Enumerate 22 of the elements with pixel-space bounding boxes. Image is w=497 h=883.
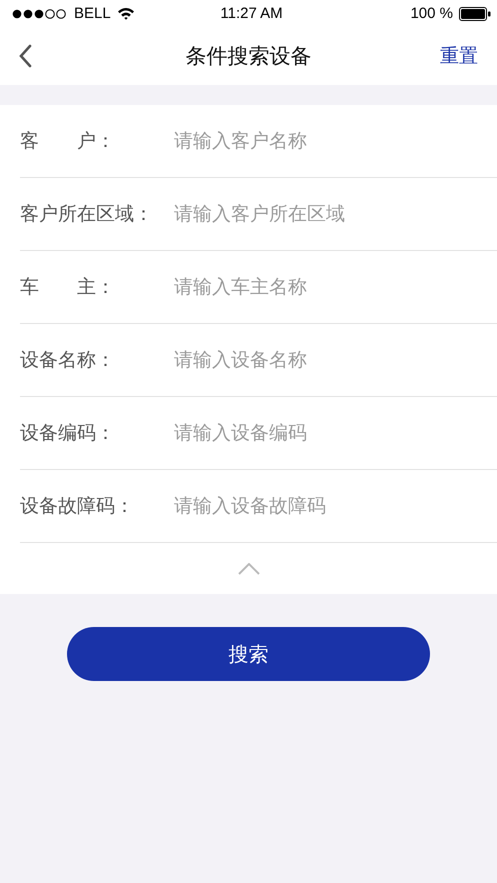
input-field[interactable]: 请输入设备编码 <box>172 412 487 454</box>
wifi-icon <box>116 7 135 20</box>
battery-percent: 100 % <box>410 5 454 22</box>
signal-icon <box>12 8 68 18</box>
back-icon <box>18 44 32 68</box>
input-field[interactable]: 请输入设备名称 <box>172 339 487 381</box>
input-field[interactable]: 请输入设备故障码 <box>172 485 487 527</box>
input-field[interactable]: 请输入客户名称 <box>172 120 487 162</box>
search-button[interactable]: 搜索 <box>67 627 430 681</box>
field-label: 客户所在区域： <box>20 202 154 227</box>
clock-time: 11:27 AM <box>219 5 284 22</box>
field-label: 客 户： <box>20 129 116 154</box>
carrier-name: BELL <box>74 5 111 22</box>
battery-icon <box>459 6 492 20</box>
field-label: 设备故障码： <box>20 494 135 519</box>
reset-button[interactable]: 重置 <box>439 43 479 69</box>
field-label: 车 主： <box>20 275 116 300</box>
page-title: 条件搜索设备 <box>184 43 312 70</box>
input-field[interactable]: 请输入客户所在区域 <box>172 193 487 235</box>
field-label: 设备编码： <box>20 421 116 446</box>
input-field[interactable]: 请输入车主名称 <box>172 266 487 308</box>
field-label: 设备名称： <box>20 348 116 373</box>
